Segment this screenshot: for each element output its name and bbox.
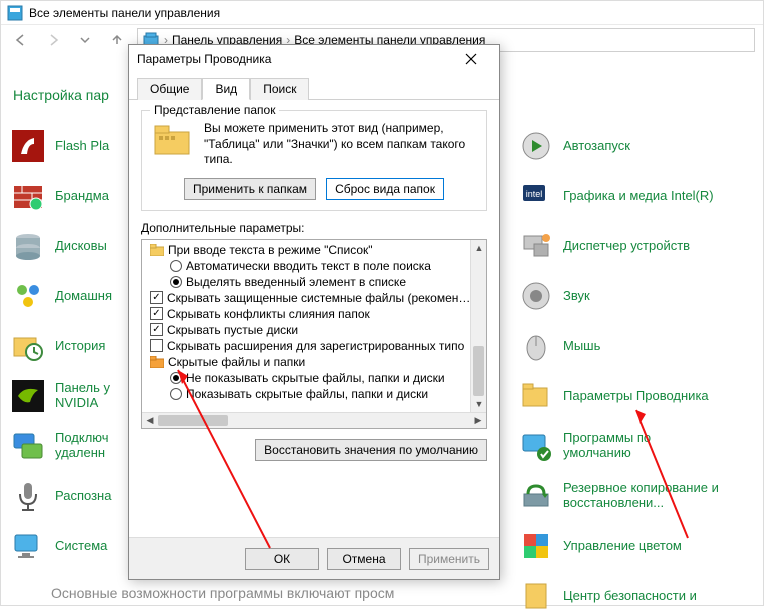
folder-small-icon bbox=[150, 244, 164, 256]
cp-item-flash[interactable]: Flash Pla bbox=[11, 127, 141, 165]
cp-item-default-programs[interactable]: Программы по умолчанию bbox=[519, 427, 759, 465]
tree-node-hidden-files: Скрытые файлы и папки bbox=[144, 354, 484, 370]
speaker-icon bbox=[519, 279, 553, 313]
control-panel-left-column: Flash Pla Брандма Дисковы Домашня Истори… bbox=[11, 127, 141, 565]
backup-icon bbox=[519, 479, 553, 513]
folder-small-icon bbox=[150, 356, 164, 368]
control-panel-right-column: Автозапуск intel Графика и медиа Intel(R… bbox=[519, 127, 759, 615]
cp-item-system[interactable]: Система bbox=[11, 527, 141, 565]
horizontal-scrollbar[interactable]: ◀ ▶ bbox=[142, 412, 486, 428]
explorer-options-icon bbox=[519, 379, 553, 413]
cp-item-disks[interactable]: Дисковы bbox=[11, 227, 141, 265]
cp-item-intel-graphics[interactable]: intel Графика и медиа Intel(R) bbox=[519, 177, 759, 215]
system-icon bbox=[11, 529, 45, 563]
tree-radio-show-hidden[interactable]: Показывать скрытые файлы, папки и диски bbox=[144, 386, 484, 402]
cp-item-mouse[interactable]: Мышь bbox=[519, 327, 759, 365]
flash-icon bbox=[11, 129, 45, 163]
cp-item-history[interactable]: История bbox=[11, 327, 141, 365]
footer-text: Основные возможности программы включают … bbox=[51, 585, 753, 601]
cp-item-speech[interactable]: Распозна bbox=[11, 477, 141, 515]
advanced-settings-tree[interactable]: При вводе текста в режиме "Список" Автом… bbox=[141, 239, 487, 429]
autoplay-icon bbox=[519, 129, 553, 163]
tree-check-hide-merge-conflicts[interactable]: Скрывать конфликты слияния папок bbox=[144, 306, 484, 322]
scroll-thumb[interactable] bbox=[158, 415, 228, 426]
radio-icon bbox=[170, 372, 182, 384]
checkbox-icon bbox=[150, 323, 163, 336]
folder-icon bbox=[152, 121, 194, 159]
scroll-thumb[interactable] bbox=[473, 346, 484, 396]
dialog-body: Представление папок Вы можете применить … bbox=[129, 100, 499, 537]
apply-to-folders-button[interactable]: Применить к папкам bbox=[184, 178, 316, 200]
dialog-footer: ОК Отмена Применить bbox=[129, 537, 499, 579]
control-panel-icon bbox=[7, 5, 23, 21]
control-panel-titlebar: Все элементы панели управления bbox=[1, 1, 763, 25]
cp-item-sound[interactable]: Звук bbox=[519, 277, 759, 315]
cp-item-backup[interactable]: Резервное копирование и восстановлени... bbox=[519, 477, 759, 515]
microphone-icon bbox=[11, 479, 45, 513]
groupbox-text: Вы можете применить этот вид (например, … bbox=[204, 121, 476, 168]
tab-search[interactable]: Поиск bbox=[250, 78, 309, 100]
checkbox-icon bbox=[150, 339, 163, 352]
radio-icon bbox=[170, 388, 182, 400]
scroll-left-icon[interactable]: ◀ bbox=[142, 413, 158, 429]
ok-button[interactable]: ОК bbox=[245, 548, 319, 570]
cp-item-nvidia[interactable]: Панель у NVIDIA bbox=[11, 377, 141, 415]
radio-icon bbox=[170, 260, 182, 272]
dialog-title: Параметры Проводника bbox=[137, 52, 271, 66]
svg-text:intel: intel bbox=[526, 189, 543, 199]
remote-icon bbox=[11, 429, 45, 463]
cp-item-color-management[interactable]: Управление цветом bbox=[519, 527, 759, 565]
tab-view[interactable]: Вид bbox=[202, 78, 250, 100]
cp-item-firewall[interactable]: Брандма bbox=[11, 177, 141, 215]
explorer-options-dialog: Параметры Проводника Общие Вид Поиск Пре… bbox=[128, 44, 500, 580]
settings-heading: Настройка пар bbox=[13, 87, 109, 103]
apply-button[interactable]: Применить bbox=[409, 548, 489, 570]
control-panel-title: Все элементы панели управления bbox=[29, 6, 220, 20]
nav-back-button[interactable] bbox=[9, 28, 33, 52]
tree-check-hide-extensions[interactable]: Скрывать расширения для зарегистрированн… bbox=[144, 338, 484, 354]
scroll-right-icon[interactable]: ▶ bbox=[470, 413, 486, 429]
tree-check-hide-protected[interactable]: Скрывать защищенные системные файлы (рек… bbox=[144, 290, 484, 306]
reset-folders-button[interactable]: Сброс вида папок bbox=[326, 178, 444, 200]
cp-item-device-manager[interactable]: Диспетчер устройств bbox=[519, 227, 759, 265]
close-button[interactable] bbox=[451, 47, 491, 71]
tree-radio-highlight-item[interactable]: Выделять введенный элемент в списке bbox=[144, 274, 484, 290]
disk-icon bbox=[11, 229, 45, 263]
nav-dropdown-icon[interactable] bbox=[73, 28, 97, 52]
nvidia-icon bbox=[11, 379, 45, 413]
device-manager-icon bbox=[519, 229, 553, 263]
color-icon bbox=[519, 529, 553, 563]
cp-item-remote[interactable]: Подключ удаленн bbox=[11, 427, 141, 465]
default-programs-icon bbox=[519, 429, 553, 463]
folder-view-groupbox: Представление папок Вы можете применить … bbox=[141, 110, 487, 211]
tree-check-hide-empty-drives[interactable]: Скрывать пустые диски bbox=[144, 322, 484, 338]
dialog-titlebar: Параметры Проводника bbox=[129, 45, 499, 73]
groupbox-legend: Представление папок bbox=[150, 103, 279, 117]
tree-radio-dont-show-hidden[interactable]: Не показывать скрытые файлы, папки и дис… bbox=[144, 370, 484, 386]
intel-icon: intel bbox=[519, 179, 553, 213]
homegroup-icon bbox=[11, 279, 45, 313]
cp-item-explorer-options[interactable]: Параметры Проводника bbox=[519, 377, 759, 415]
nav-up-button[interactable] bbox=[105, 28, 129, 52]
cancel-button[interactable]: Отмена bbox=[327, 548, 401, 570]
tree-node-list-input: При вводе текста в режиме "Список" bbox=[144, 242, 484, 258]
scroll-up-icon[interactable]: ▲ bbox=[471, 240, 487, 256]
nav-forward-button[interactable] bbox=[41, 28, 65, 52]
firewall-icon bbox=[11, 179, 45, 213]
radio-icon bbox=[170, 276, 182, 288]
tab-general[interactable]: Общие bbox=[137, 78, 202, 100]
tree-radio-auto-search[interactable]: Автоматически вводить текст в поле поиск… bbox=[144, 258, 484, 274]
cp-item-homegroup[interactable]: Домашня bbox=[11, 277, 141, 315]
history-icon bbox=[11, 329, 45, 363]
checkbox-icon bbox=[150, 307, 163, 320]
advanced-settings-label: Дополнительные параметры: bbox=[141, 221, 487, 235]
scroll-down-icon[interactable]: ▼ bbox=[471, 396, 487, 412]
checkbox-icon bbox=[150, 291, 163, 304]
cp-item-autoplay[interactable]: Автозапуск bbox=[519, 127, 759, 165]
dialog-tabs: Общие Вид Поиск bbox=[129, 73, 499, 100]
mouse-icon bbox=[519, 329, 553, 363]
restore-defaults-button[interactable]: Восстановить значения по умолчанию bbox=[255, 439, 487, 461]
vertical-scrollbar[interactable]: ▲ ▼ bbox=[470, 240, 486, 412]
